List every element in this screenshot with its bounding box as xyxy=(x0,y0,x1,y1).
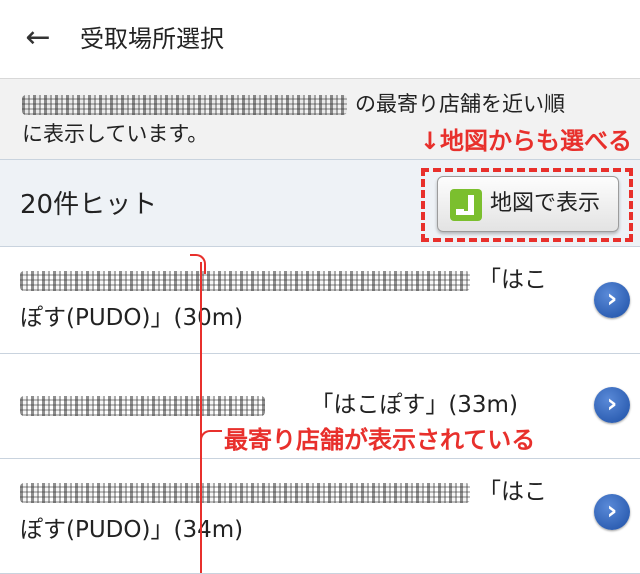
back-arrow-icon[interactable]: ← xyxy=(18,18,58,58)
chevron-right-icon[interactable]: › xyxy=(594,387,630,423)
redacted-store-name xyxy=(20,270,470,291)
chevron-right-icon[interactable]: › xyxy=(594,494,630,530)
store-list-item[interactable]: 「はこ ぽす(PUDO)」(34m) › xyxy=(0,459,640,574)
show-map-label: 地図で表示 xyxy=(490,191,601,216)
redacted-store-name xyxy=(20,395,265,416)
redacted-store-name xyxy=(20,482,470,503)
store-list-item[interactable]: 「はこ ぽす(PUDO)」(30m) › xyxy=(0,247,640,354)
annotation-bracket-line xyxy=(200,262,202,573)
notice-line1-text: の最寄り店舗を近い順 xyxy=(355,92,565,116)
annotation-brace-mid xyxy=(200,430,222,456)
result-count: 20件ヒット xyxy=(20,190,158,220)
app-header: ← 受取場所選択 xyxy=(0,0,640,79)
notice-line1: の最寄り店舗を近い順 xyxy=(22,89,565,119)
annotation-map-hint: ↓地図からも選べる xyxy=(419,127,632,155)
chevron-right-icon[interactable]: › xyxy=(594,282,630,318)
notice-line2: に表示しています。 xyxy=(22,122,209,146)
show-map-button[interactable]: 地図で表示 xyxy=(437,176,619,232)
store-name-suffix: 「はこ xyxy=(478,479,547,505)
annotation-list-hint: 最寄り店舗が表示されている xyxy=(224,424,536,456)
page-title: 受取場所選択 xyxy=(80,25,224,53)
store-name: 「はこ ぽす(PUDO)」(30m) xyxy=(20,261,566,337)
map-icon xyxy=(450,189,482,221)
store-name-suffix: 「はこぽす」(33m) xyxy=(310,392,518,418)
store-name-line2: ぽす(PUDO)」(30m) xyxy=(20,305,244,331)
annotation-brace-top xyxy=(190,254,206,274)
store-name-line2: ぽす(PUDO)」(34m) xyxy=(20,517,244,543)
redacted-address xyxy=(22,95,347,115)
store-name: 「はこぽす」(33m) xyxy=(20,386,566,424)
store-name: 「はこ ぽす(PUDO)」(34m) xyxy=(20,473,566,549)
store-name-suffix: 「はこ xyxy=(478,267,547,293)
